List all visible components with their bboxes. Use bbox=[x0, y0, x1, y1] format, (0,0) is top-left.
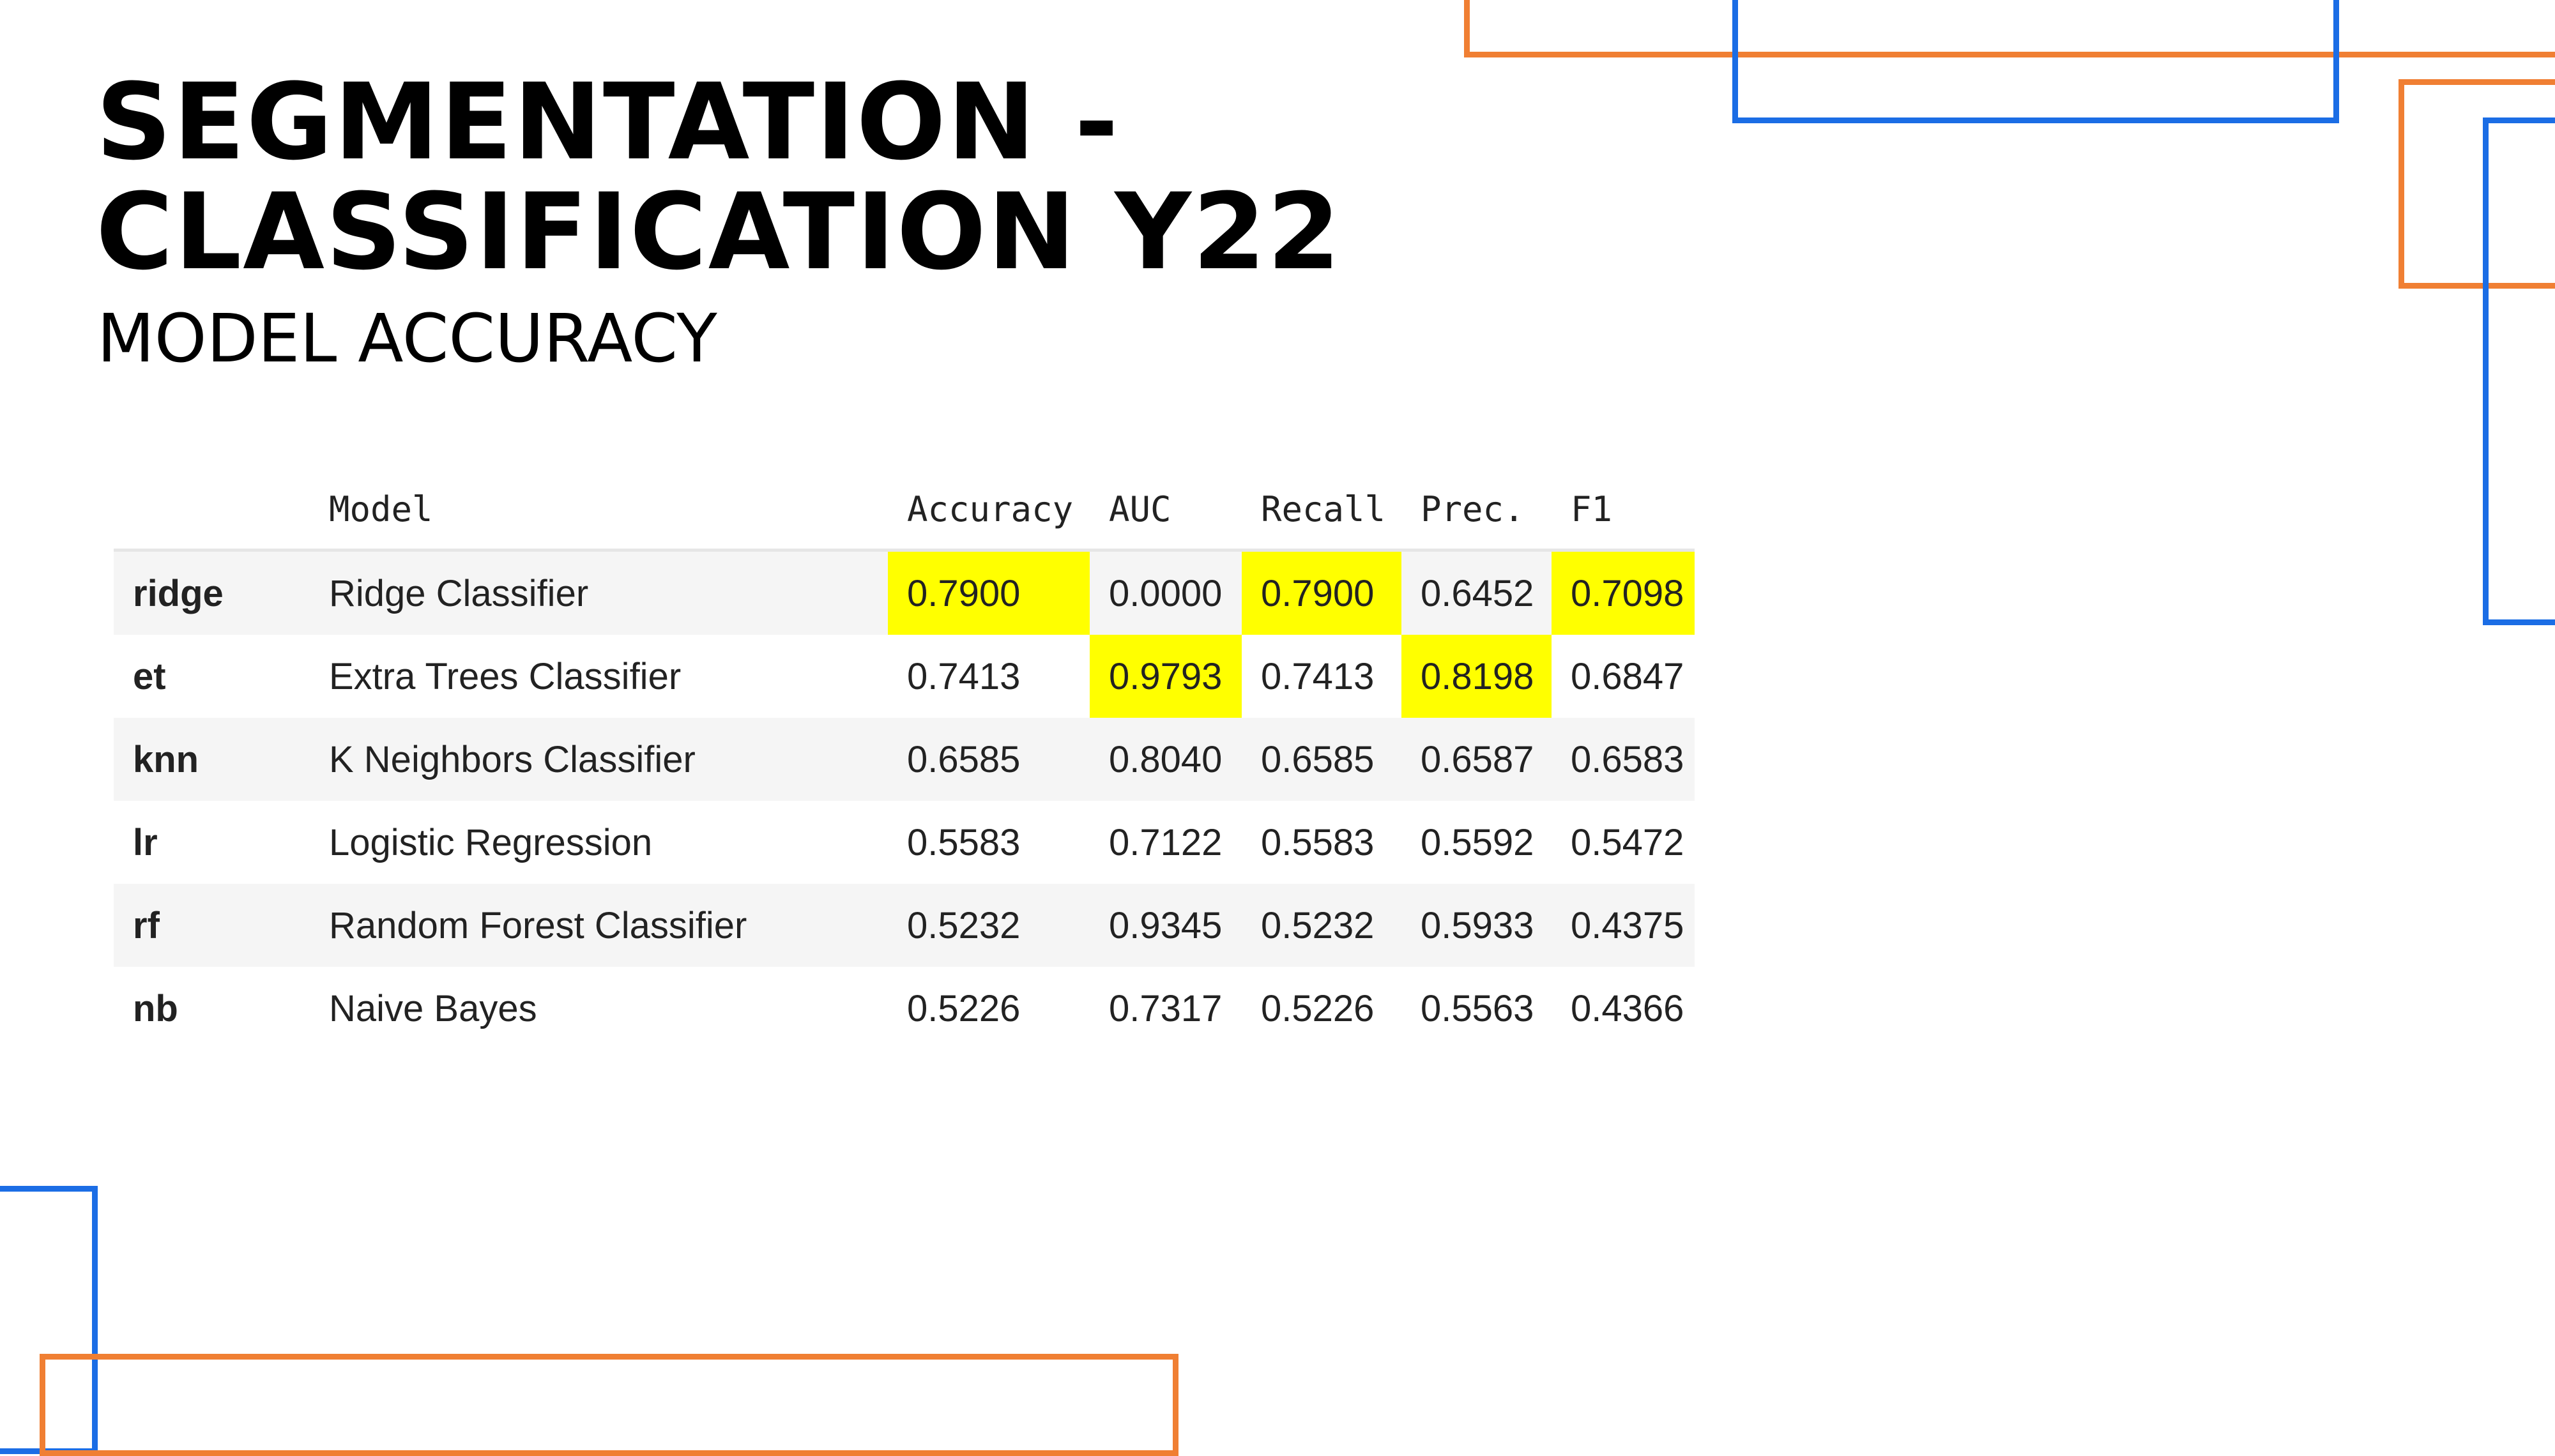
table-row: ridge Ridge Classifier 0.7900 0.0000 0.7… bbox=[114, 550, 1695, 635]
table-row: rf Random Forest Classifier 0.5232 0.934… bbox=[114, 884, 1695, 967]
accuracy-value: 0.5583 bbox=[888, 801, 1090, 884]
decor-frame-bottom-orange bbox=[40, 1354, 1178, 1456]
accuracy-value: 0.5232 bbox=[888, 884, 1090, 967]
f1-value: 0.6847 bbox=[1552, 635, 1695, 718]
prec-value: 0.6452 bbox=[1401, 550, 1552, 635]
prec-value: 0.5592 bbox=[1401, 801, 1552, 884]
header-accuracy: Accuracy bbox=[888, 469, 1090, 552]
model-name: Extra Trees Classifier bbox=[310, 635, 888, 718]
row-id: rf bbox=[114, 884, 310, 967]
table-row: et Extra Trees Classifier 0.7413 0.9793 … bbox=[114, 635, 1695, 718]
f1-value: 0.7098 bbox=[1552, 550, 1695, 635]
accuracy-value: 0.5226 bbox=[888, 967, 1090, 1050]
accuracy-value: 0.7900 bbox=[888, 550, 1090, 635]
slide-title: SEGMENTATION - CLASSIFICATION Y22 bbox=[96, 61, 1342, 293]
row-id: et bbox=[114, 635, 310, 718]
auc-value: 0.9793 bbox=[1090, 635, 1242, 718]
auc-value: 0.7122 bbox=[1090, 801, 1242, 884]
slide: SEGMENTATION - CLASSIFICATION Y22 MODEL … bbox=[0, 0, 2555, 1456]
f1-value: 0.5472 bbox=[1552, 801, 1695, 884]
auc-value: 0.8040 bbox=[1090, 718, 1242, 801]
model-name: Ridge Classifier bbox=[310, 550, 888, 635]
f1-value: 0.6583 bbox=[1552, 718, 1695, 801]
recall-value: 0.7900 bbox=[1242, 550, 1401, 635]
accuracy-value: 0.6585 bbox=[888, 718, 1090, 801]
f1-value: 0.4366 bbox=[1552, 967, 1695, 1050]
auc-value: 0.0000 bbox=[1090, 550, 1242, 635]
model-name: Naive Bayes bbox=[310, 967, 888, 1050]
recall-value: 0.5226 bbox=[1242, 967, 1401, 1050]
header-auc: AUC bbox=[1090, 469, 1242, 552]
recall-value: 0.6585 bbox=[1242, 718, 1401, 801]
recall-value: 0.5232 bbox=[1242, 884, 1401, 967]
table-row: knn K Neighbors Classifier 0.6585 0.8040… bbox=[114, 718, 1695, 801]
prec-value: 0.5933 bbox=[1401, 884, 1552, 967]
auc-value: 0.7317 bbox=[1090, 967, 1242, 1050]
model-name: Random Forest Classifier bbox=[310, 884, 888, 967]
model-name: Logistic Regression bbox=[310, 801, 888, 884]
header-index bbox=[114, 469, 310, 552]
recall-value: 0.7413 bbox=[1242, 635, 1401, 718]
table-header-row: Model Accuracy AUC Recall Prec. F1 bbox=[114, 469, 1695, 552]
decor-frame-top-blue bbox=[1732, 0, 2339, 123]
row-id: lr bbox=[114, 801, 310, 884]
prec-value: 0.6587 bbox=[1401, 718, 1552, 801]
table-row: nb Naive Bayes 0.5226 0.7317 0.5226 0.55… bbox=[114, 967, 1695, 1050]
f1-value: 0.4375 bbox=[1552, 884, 1695, 967]
accuracy-value: 0.7413 bbox=[888, 635, 1090, 718]
prec-value: 0.8198 bbox=[1401, 635, 1552, 718]
slide-subtitle: MODEL ACCURACY bbox=[97, 300, 717, 377]
prec-value: 0.5563 bbox=[1401, 967, 1552, 1050]
model-comparison-table: Model Accuracy AUC Recall Prec. F1 ridge… bbox=[114, 469, 1695, 1050]
row-id: knn bbox=[114, 718, 310, 801]
row-id: nb bbox=[114, 967, 310, 1050]
decor-frame-right-blue bbox=[2483, 118, 2555, 625]
table-row: lr Logistic Regression 0.5583 0.7122 0.5… bbox=[114, 801, 1695, 884]
header-f1: F1 bbox=[1552, 469, 1695, 552]
header-prec: Prec. bbox=[1401, 469, 1552, 552]
row-id: ridge bbox=[114, 550, 310, 635]
model-name: K Neighbors Classifier bbox=[310, 718, 888, 801]
header-model: Model bbox=[310, 469, 888, 552]
recall-value: 0.5583 bbox=[1242, 801, 1401, 884]
header-recall: Recall bbox=[1242, 469, 1401, 552]
auc-value: 0.9345 bbox=[1090, 884, 1242, 967]
